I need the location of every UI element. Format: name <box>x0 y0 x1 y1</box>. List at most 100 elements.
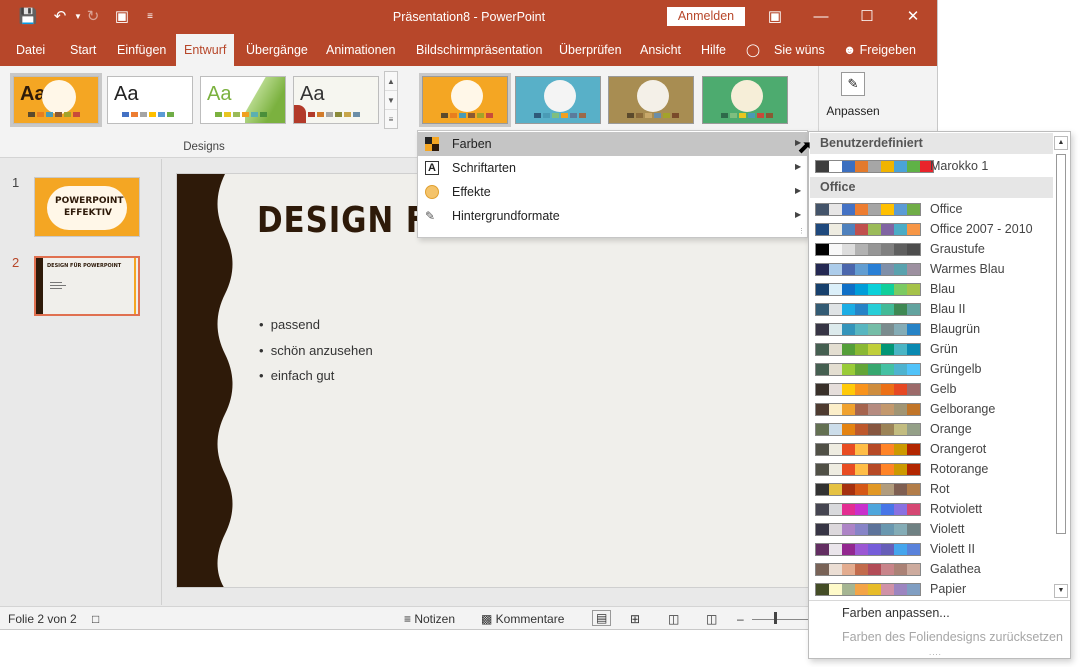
theme-thumb-2[interactable]: Aa <box>107 76 193 124</box>
color-swatch-strip <box>815 283 921 296</box>
ribbon-display-options-icon[interactable]: ▣ <box>752 0 798 34</box>
menu-item-colors[interactable]: Farben ▶ <box>418 132 807 156</box>
tab-ueberpruefen[interactable]: Überprüfen <box>559 34 622 66</box>
color-scheme-row[interactable]: Rotviolett <box>809 499 1053 519</box>
colors-icon <box>425 137 439 151</box>
scroll-down-icon[interactable]: ▼ <box>1054 584 1068 598</box>
color-swatch <box>816 344 829 355</box>
tell-me-search[interactable]: Sie wüns <box>774 34 825 66</box>
color-swatch <box>894 161 907 172</box>
designs-gallery-scroll[interactable]: ▲ ▼ ≡ <box>384 71 398 129</box>
tab-animationen[interactable]: Animationen <box>326 34 396 66</box>
normal-view-icon[interactable]: ▤ <box>592 610 612 626</box>
lightbulb-icon[interactable]: ◯ <box>746 34 760 66</box>
color-scheme-row[interactable]: Orangerot <box>809 439 1053 459</box>
zoom-slider-thumb[interactable] <box>774 612 777 624</box>
theme-thumb-1[interactable]: Aa <box>10 73 102 127</box>
slide-thumbnail-2[interactable]: DESIGN FÜR POWERPOINT <box>34 256 140 316</box>
color-scheme-row[interactable]: Blau <box>809 279 1053 299</box>
color-scheme-row[interactable]: Violett <box>809 519 1053 539</box>
color-swatch-strip <box>815 343 921 356</box>
color-scheme-row[interactable]: Papier <box>809 579 1053 599</box>
color-scheme-row[interactable]: Office <box>809 199 1053 219</box>
reading-view-icon[interactable]: ◫ <box>668 612 679 626</box>
variant-thumb-3[interactable] <box>608 76 694 124</box>
menu-item-fonts[interactable]: A Schriftarten ▶ <box>418 156 807 180</box>
tab-ansicht[interactable]: Ansicht <box>640 34 681 66</box>
color-scheme-row[interactable]: Warmes Blau <box>809 259 1053 279</box>
maximize-button[interactable]: ☐ <box>844 0 890 34</box>
color-scheme-row[interactable]: Blaugrün <box>809 319 1053 339</box>
slide-thumbnail-1[interactable]: POWERPOINT EFFEKTIV <box>34 177 140 237</box>
menu-item-background-styles[interactable]: ✎ Hintergrundformate ▶ <box>418 204 807 228</box>
tab-hilfe[interactable]: Hilfe <box>701 34 726 66</box>
slideshow-view-icon[interactable]: ◫ <box>706 612 717 626</box>
notes-button[interactable]: ≡ Notizen <box>404 612 455 626</box>
color-swatch <box>881 544 894 555</box>
color-scheme-row[interactable]: Rot <box>809 479 1053 499</box>
color-scheme-row[interactable]: Grün <box>809 339 1053 359</box>
color-scheme-row[interactable]: Grüngelb <box>809 359 1053 379</box>
color-swatch <box>829 584 842 595</box>
gallery-more-icon[interactable]: ≡ <box>385 110 397 129</box>
tab-entwurf[interactable]: Entwurf <box>176 34 235 66</box>
bullet-item[interactable]: • passend <box>259 317 320 332</box>
color-swatch <box>816 404 829 415</box>
color-swatch <box>855 384 868 395</box>
signin-button[interactable]: Anmelden <box>667 7 745 26</box>
variant-thumb-4[interactable] <box>702 76 788 124</box>
color-swatch <box>894 464 907 475</box>
gallery-up-icon[interactable]: ▲ <box>385 72 397 91</box>
variants-dropdown-menu: Farben ▶ A Schriftarten ▶ Effekte ▶ ✎ Hi… <box>417 130 808 238</box>
resize-grip-icon[interactable]: .... <box>929 648 942 657</box>
share-button[interactable]: ☻ Freigeben <box>843 34 916 66</box>
zoom-out-icon[interactable]: – <box>737 612 744 626</box>
color-swatch <box>881 284 894 295</box>
color-scheme-row[interactable]: Blau II <box>809 299 1053 319</box>
variant-thumb-2[interactable] <box>515 76 601 124</box>
color-scheme-row[interactable]: Galathea <box>809 559 1053 579</box>
menu-item-effects[interactable]: Effekte ▶ <box>418 180 807 204</box>
color-scheme-row[interactable]: Orange <box>809 419 1053 439</box>
scroll-thumb[interactable] <box>1056 154 1066 534</box>
accessibility-icon[interactable]: □ <box>92 612 99 626</box>
color-swatch <box>816 161 829 172</box>
color-scheme-row[interactable]: Gelb <box>809 379 1053 399</box>
color-swatch <box>868 524 881 535</box>
tab-einfuegen[interactable]: Einfügen <box>117 34 166 66</box>
comments-button[interactable]: ▩ Kommentare <box>481 612 564 626</box>
color-scheme-row[interactable]: Marokko 1 <box>809 156 1053 176</box>
color-scheme-row[interactable]: Gelborange <box>809 399 1053 419</box>
color-swatch <box>907 244 920 255</box>
gallery-down-icon[interactable]: ▼ <box>385 91 397 110</box>
close-button[interactable]: ✕ <box>890 0 936 34</box>
color-swatch <box>894 264 907 275</box>
color-scheme-row[interactable]: Office 2007 - 2010 <box>809 219 1053 239</box>
theme-thumb-3[interactable]: Aa <box>200 76 286 124</box>
color-swatch <box>829 384 842 395</box>
minimize-button[interactable]: — <box>798 0 844 34</box>
color-swatch <box>868 484 881 495</box>
color-swatch <box>816 564 829 575</box>
color-scheme-row[interactable]: Violett II <box>809 539 1053 559</box>
tab-start[interactable]: Start <box>70 34 96 66</box>
tab-datei[interactable]: Datei <box>16 34 45 66</box>
color-swatch <box>868 384 881 395</box>
bullet-item[interactable]: • schön anzusehen <box>259 343 373 358</box>
scroll-up-icon[interactable]: ▲ <box>1054 136 1068 150</box>
tab-bildschirmpraesentation[interactable]: Bildschirmpräsentation <box>416 34 542 66</box>
variant-thumb-1[interactable] <box>419 73 511 127</box>
color-swatch <box>855 524 868 535</box>
slide-sorter-icon[interactable]: ⊞ <box>630 612 640 626</box>
color-scheme-row[interactable]: Graustufe <box>809 239 1053 259</box>
bullet-item[interactable]: • einfach gut <box>259 368 334 383</box>
zoom-slider[interactable] <box>752 619 812 620</box>
color-swatch <box>894 304 907 315</box>
customize-colors-link[interactable]: Farben anpassen... <box>842 606 950 620</box>
colors-scrollbar[interactable]: ▲ ▼ <box>1054 136 1068 598</box>
color-swatch <box>829 484 842 495</box>
color-scheme-row[interactable]: Rotorange <box>809 459 1053 479</box>
tab-uebergaenge[interactable]: Übergänge <box>246 34 308 66</box>
theme-thumb-4[interactable]: Aa <box>293 76 379 124</box>
resize-grip-icon[interactable]: ⋮ <box>798 227 805 235</box>
